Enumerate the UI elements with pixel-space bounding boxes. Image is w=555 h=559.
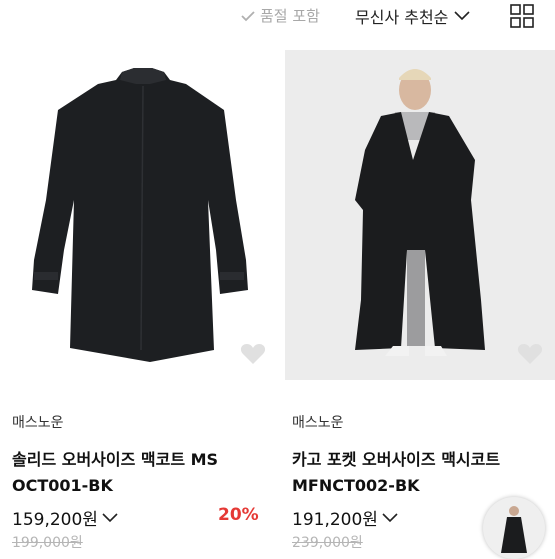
- product-image[interactable]: [10, 50, 278, 380]
- original-price: 239,000원: [292, 535, 363, 551]
- product-brand[interactable]: 매스노운: [292, 412, 344, 432]
- chevron-down-icon: [382, 512, 398, 522]
- product-name[interactable]: 카고 포켓 오버사이즈 맥시코트 MFNCT002-BK: [292, 447, 500, 499]
- product-price-toggle[interactable]: 159,200원: [12, 505, 118, 530]
- product-price[interactable]: 191,200원: [292, 505, 398, 530]
- chevron-down-icon: [102, 512, 118, 522]
- include-soldout-label: 품절 포함: [260, 7, 320, 25]
- sort-label: 무신사 추천순: [355, 8, 449, 27]
- model-trench-coat-image: [285, 50, 555, 380]
- discount-rate: 20%: [218, 505, 259, 525]
- original-price: 199,000원: [12, 535, 83, 551]
- recent-item-image: [501, 506, 527, 553]
- product-name-line: 카고 포켓 오버사이즈 맥시코트: [292, 450, 501, 469]
- product-card[interactable]: [10, 50, 278, 380]
- grid-view-icon[interactable]: [510, 4, 534, 28]
- product-name[interactable]: 솔리드 오버사이즈 맥코트 MS OCT001-BK: [12, 447, 218, 499]
- product-price: 159,200원: [12, 510, 98, 530]
- list-toolbar: 품절 포함 무신사 추천순: [0, 0, 555, 34]
- product-name-line: OCT001-BK: [12, 476, 113, 495]
- product-image[interactable]: [285, 50, 555, 380]
- include-soldout-toggle[interactable]: 품절 포함: [240, 5, 320, 26]
- sort-dropdown[interactable]: 무신사 추천순: [355, 4, 470, 28]
- black-mac-coat-image: [32, 68, 248, 362]
- product-brand[interactable]: 매스노운: [12, 412, 64, 432]
- product-price-value: 191,200원: [292, 510, 378, 530]
- product-card[interactable]: [285, 50, 555, 380]
- check-icon: [241, 10, 255, 21]
- chevron-down-icon: [454, 11, 470, 21]
- product-name-line: 솔리드 오버사이즈 맥코트 MS: [12, 450, 219, 469]
- recent-view-thumbnail[interactable]: [483, 497, 545, 559]
- product-name-line: MFNCT002-BK: [292, 476, 420, 495]
- wishlist-heart-icon[interactable]: [240, 342, 266, 366]
- wishlist-heart-icon[interactable]: [517, 342, 543, 366]
